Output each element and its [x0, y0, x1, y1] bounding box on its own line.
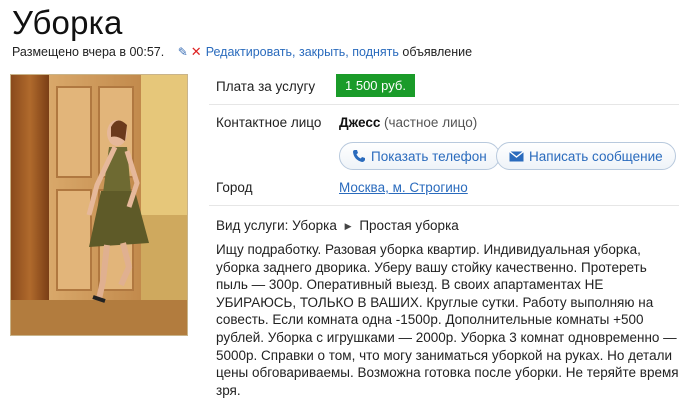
listing-meta: Размещено вчера в 00:57. ✎ ✕ Редактировать…: [12, 44, 472, 60]
send-message-label: Написать сообщение: [529, 148, 663, 164]
show-phone-button[interactable]: Показать телефон: [339, 142, 500, 170]
listing-description: Ищу подработку. Разовая уборка квартир. …: [216, 242, 679, 398]
service-type: Вид услуги: Уборка ▶ Простая уборка: [216, 218, 459, 233]
city-link[interactable]: Москва, м. Строгино: [339, 180, 468, 195]
divider: [209, 205, 679, 206]
arrow-right-icon: ▶: [344, 221, 352, 231]
price-badge: 1 500 руб.: [336, 74, 415, 97]
actions-suffix: объявление: [398, 45, 473, 59]
page-title: Уборка: [12, 4, 123, 41]
contact-label: Контактное лицо: [216, 115, 322, 130]
edit-close-raise-link[interactable]: Редактировать, закрыть, поднять: [206, 45, 399, 59]
phone-icon: [352, 149, 366, 163]
city-label: Город: [216, 180, 253, 195]
divider: [209, 104, 679, 105]
envelope-icon: [509, 150, 524, 162]
contact-type: (частное лицо): [384, 115, 478, 130]
price-label: Плата за услугу: [216, 79, 316, 94]
send-message-button[interactable]: Написать сообщение: [496, 142, 676, 170]
listing-photo[interactable]: [10, 74, 188, 336]
close-icon[interactable]: ✕: [191, 44, 202, 60]
service-category: Уборка: [292, 218, 337, 233]
pencil-icon[interactable]: ✎: [178, 45, 188, 59]
show-phone-label: Показать телефон: [371, 148, 487, 164]
service-label: Вид услуги:: [216, 218, 289, 233]
service-subcategory: Простая уборка: [359, 218, 459, 233]
contact-name: Джесс: [339, 115, 381, 130]
posted-time: Размещено вчера в 00:57.: [12, 45, 165, 59]
